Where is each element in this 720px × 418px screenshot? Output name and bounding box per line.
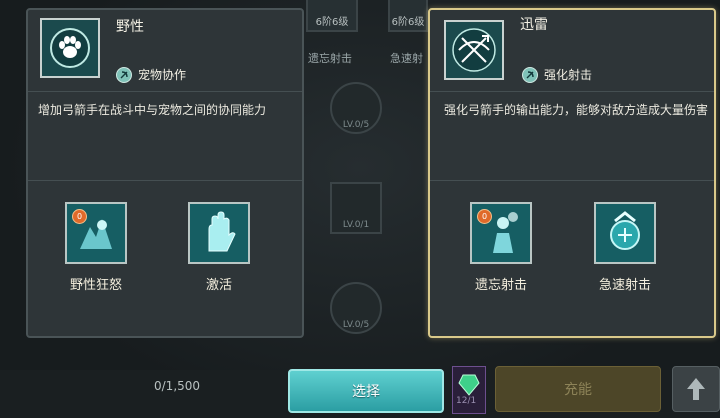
divider: [430, 180, 714, 181]
bg-skill-tile: 6阶6级: [388, 0, 428, 32]
sub-skill-label: 急速射击: [598, 278, 651, 293]
arrow-up-icon: [687, 378, 705, 400]
charge-button[interactable]: 充能: [495, 366, 661, 412]
sub-skill-label: 遗忘射击: [474, 278, 527, 293]
bg-skill-node[interactable]: LV.0/5: [330, 82, 382, 134]
bg-skill-level: LV.0/5: [342, 320, 370, 330]
category-row: 宠物协作: [116, 66, 186, 83]
sub-skill-rapid-shot[interactable]: 急速射击: [590, 202, 660, 293]
bg-tag: 6阶6级: [315, 17, 349, 28]
sub-skill-forgotten-shot[interactable]: 0 遗忘射击: [466, 202, 536, 293]
level-badge: 0: [477, 209, 492, 224]
select-button[interactable]: 选择: [288, 369, 444, 413]
skill-panel-wild[interactable]: 野性 宠物协作 增加弓箭手在战斗中与宠物之间的协同能力 0 野性狂怒 激活: [26, 8, 304, 338]
sub-skill-activate[interactable]: 激活: [184, 202, 254, 293]
category-label: 宠物协作: [138, 68, 187, 82]
sub-skill-wild-fury[interactable]: 0 野性狂怒: [61, 202, 131, 293]
skill-description: 强化弓箭手的输出能力，能够对敌方造成大量伤害: [444, 103, 709, 117]
sub-skill-label: 野性狂怒: [69, 278, 122, 293]
bg-skill-level: LV.0/1: [342, 220, 370, 230]
bg-skill-caption: 急速射: [390, 52, 423, 65]
gem-count: 12/1: [456, 396, 477, 406]
category-label: 强化射击: [544, 68, 593, 82]
bow-icon: [116, 66, 132, 83]
sub-skill-label: 激活: [205, 278, 232, 293]
beast-fury-icon[interactable]: 0: [65, 202, 127, 264]
panel-header: 野性 宠物协作: [28, 10, 302, 92]
arrow-up-button[interactable]: [672, 366, 720, 412]
divider: [28, 180, 302, 181]
progress-text: 0/1,500: [154, 379, 201, 393]
bg-tag: 6阶6级: [391, 17, 425, 28]
hand-icon[interactable]: [188, 202, 250, 264]
bg-skill-node[interactable]: LV.0/1: [330, 182, 382, 234]
level-badge: 0: [72, 209, 87, 224]
bg-skill-node[interactable]: LV.0/5: [330, 282, 382, 334]
panel-title: 野性: [116, 19, 144, 35]
bg-skill-level: LV.0/5: [342, 120, 370, 130]
gem-slot[interactable]: [452, 366, 486, 414]
bg-skill-caption: 遗忘射击: [308, 52, 352, 65]
category-row: 强化射击: [522, 66, 592, 83]
skill-description: 增加弓箭手在战斗中与宠物之间的协同能力: [38, 103, 267, 117]
rapid-shot-icon[interactable]: [594, 202, 656, 264]
bg-skill-tile: 6阶6级: [306, 0, 358, 32]
paw-icon: [40, 18, 100, 78]
crossbow-icon: [444, 20, 504, 80]
panel-header: 迅雷 强化射击: [430, 10, 714, 92]
bow-icon: [522, 66, 538, 83]
archer-icon[interactable]: 0: [470, 202, 532, 264]
panel-title: 迅雷: [520, 17, 548, 33]
gem-icon: [458, 374, 480, 396]
skill-panel-thunder[interactable]: 迅雷 强化射击 强化弓箭手的输出能力，能够对敌方造成大量伤害 0 遗忘射击 急速…: [428, 8, 716, 338]
